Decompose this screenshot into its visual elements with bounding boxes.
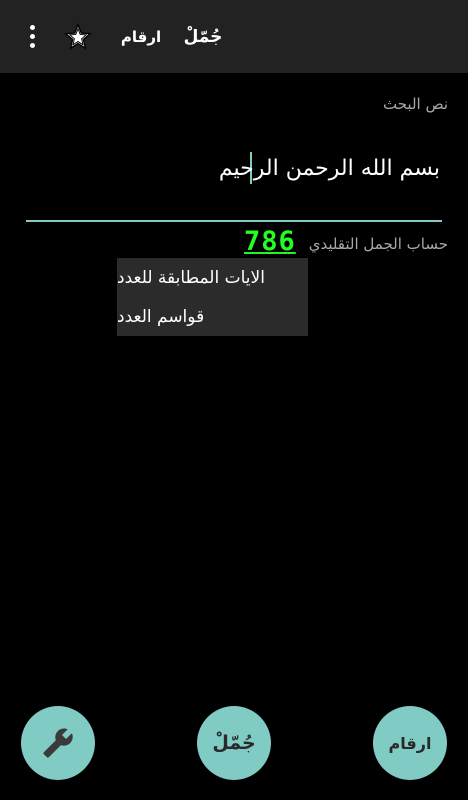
jummal-result-value[interactable]: 786 [244,226,296,257]
arqam-fab[interactable]: ارقام [373,706,447,780]
arqam-toolbar-button[interactable]: ارقام [118,0,164,73]
favorites-button[interactable] [58,0,98,73]
app-bar: ارقام جُمّلْ [0,0,468,73]
menu-item-number-divisors[interactable]: قواسم العدد [117,297,308,336]
traditional-jummal-label: حساب الجمل التقليدي [308,235,448,253]
more-vert-icon [29,25,35,48]
menu-item-label: الايات المطابقة للعدد [117,267,265,288]
search-input[interactable]: بسم الله الرحمن الرحيم [26,140,442,222]
result-popup-menu: الايات المطابقة للعدد قواسم العدد [117,258,308,336]
overflow-menu-button[interactable] [14,0,50,73]
menu-item-label: قواسم العدد [117,306,205,327]
wrench-icon [43,728,73,758]
jummal-toolbar-button[interactable]: جُمّلْ [180,0,226,73]
menu-item-matching-verses[interactable]: الايات المطابقة للعدد [117,258,308,297]
settings-fab[interactable] [21,706,95,780]
search-field-label: نص البحث [383,95,448,113]
star-icon [64,22,92,50]
search-input-value: بسم الله الرحمن الرحيم [218,156,440,181]
jummal-fab[interactable]: جُمّلْ [197,706,271,780]
